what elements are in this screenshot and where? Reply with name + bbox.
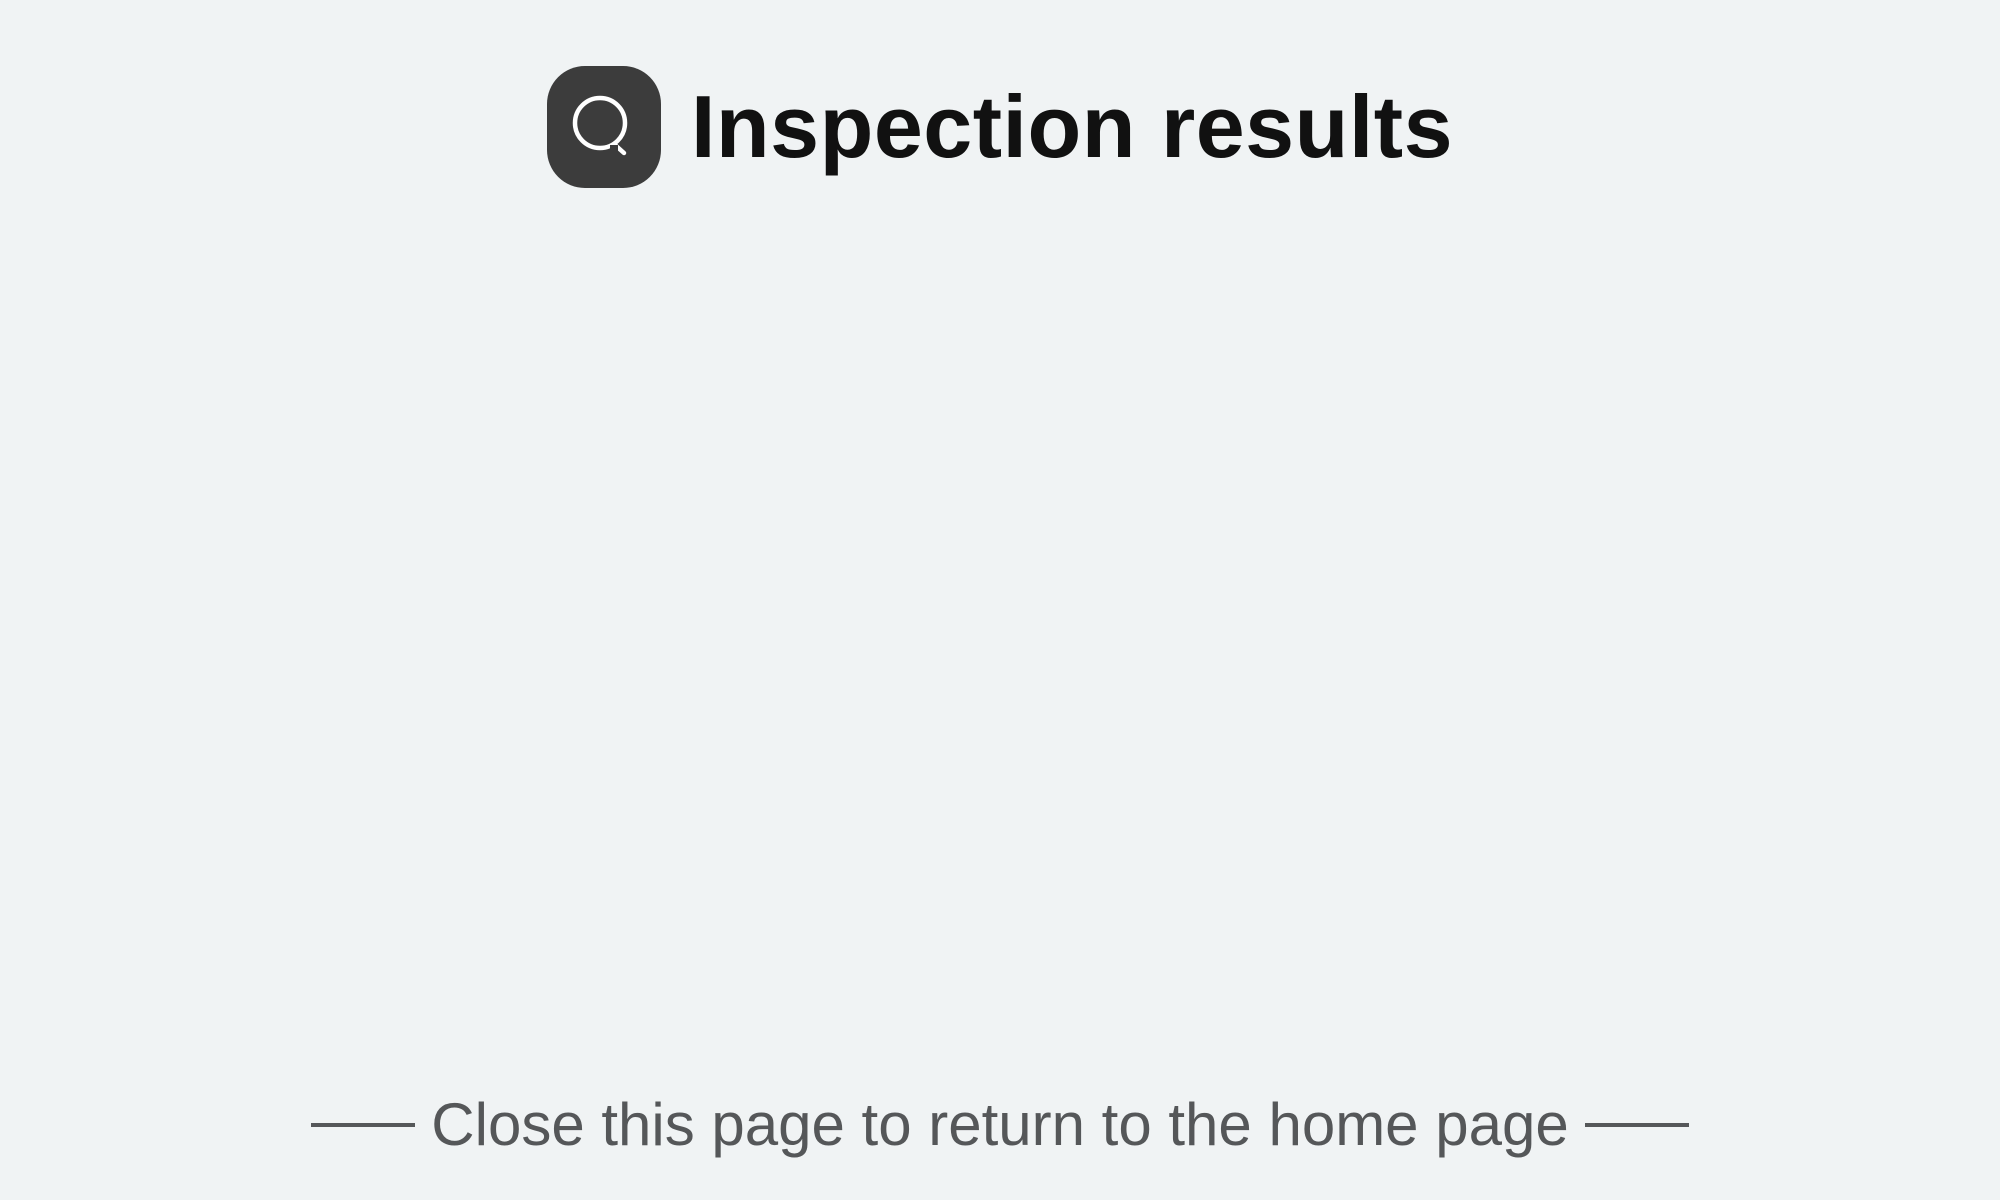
- divider-right: [1584, 1122, 1689, 1127]
- divider-left: [311, 1122, 416, 1127]
- page-title: Inspection results: [690, 77, 1454, 176]
- return-home-hint: Close this page to return to the home pa…: [0, 1090, 2000, 1159]
- page-header: Inspection results: [0, 66, 2000, 188]
- search-icon: [546, 66, 661, 188]
- return-home-text: Close this page to return to the home pa…: [431, 1091, 1569, 1158]
